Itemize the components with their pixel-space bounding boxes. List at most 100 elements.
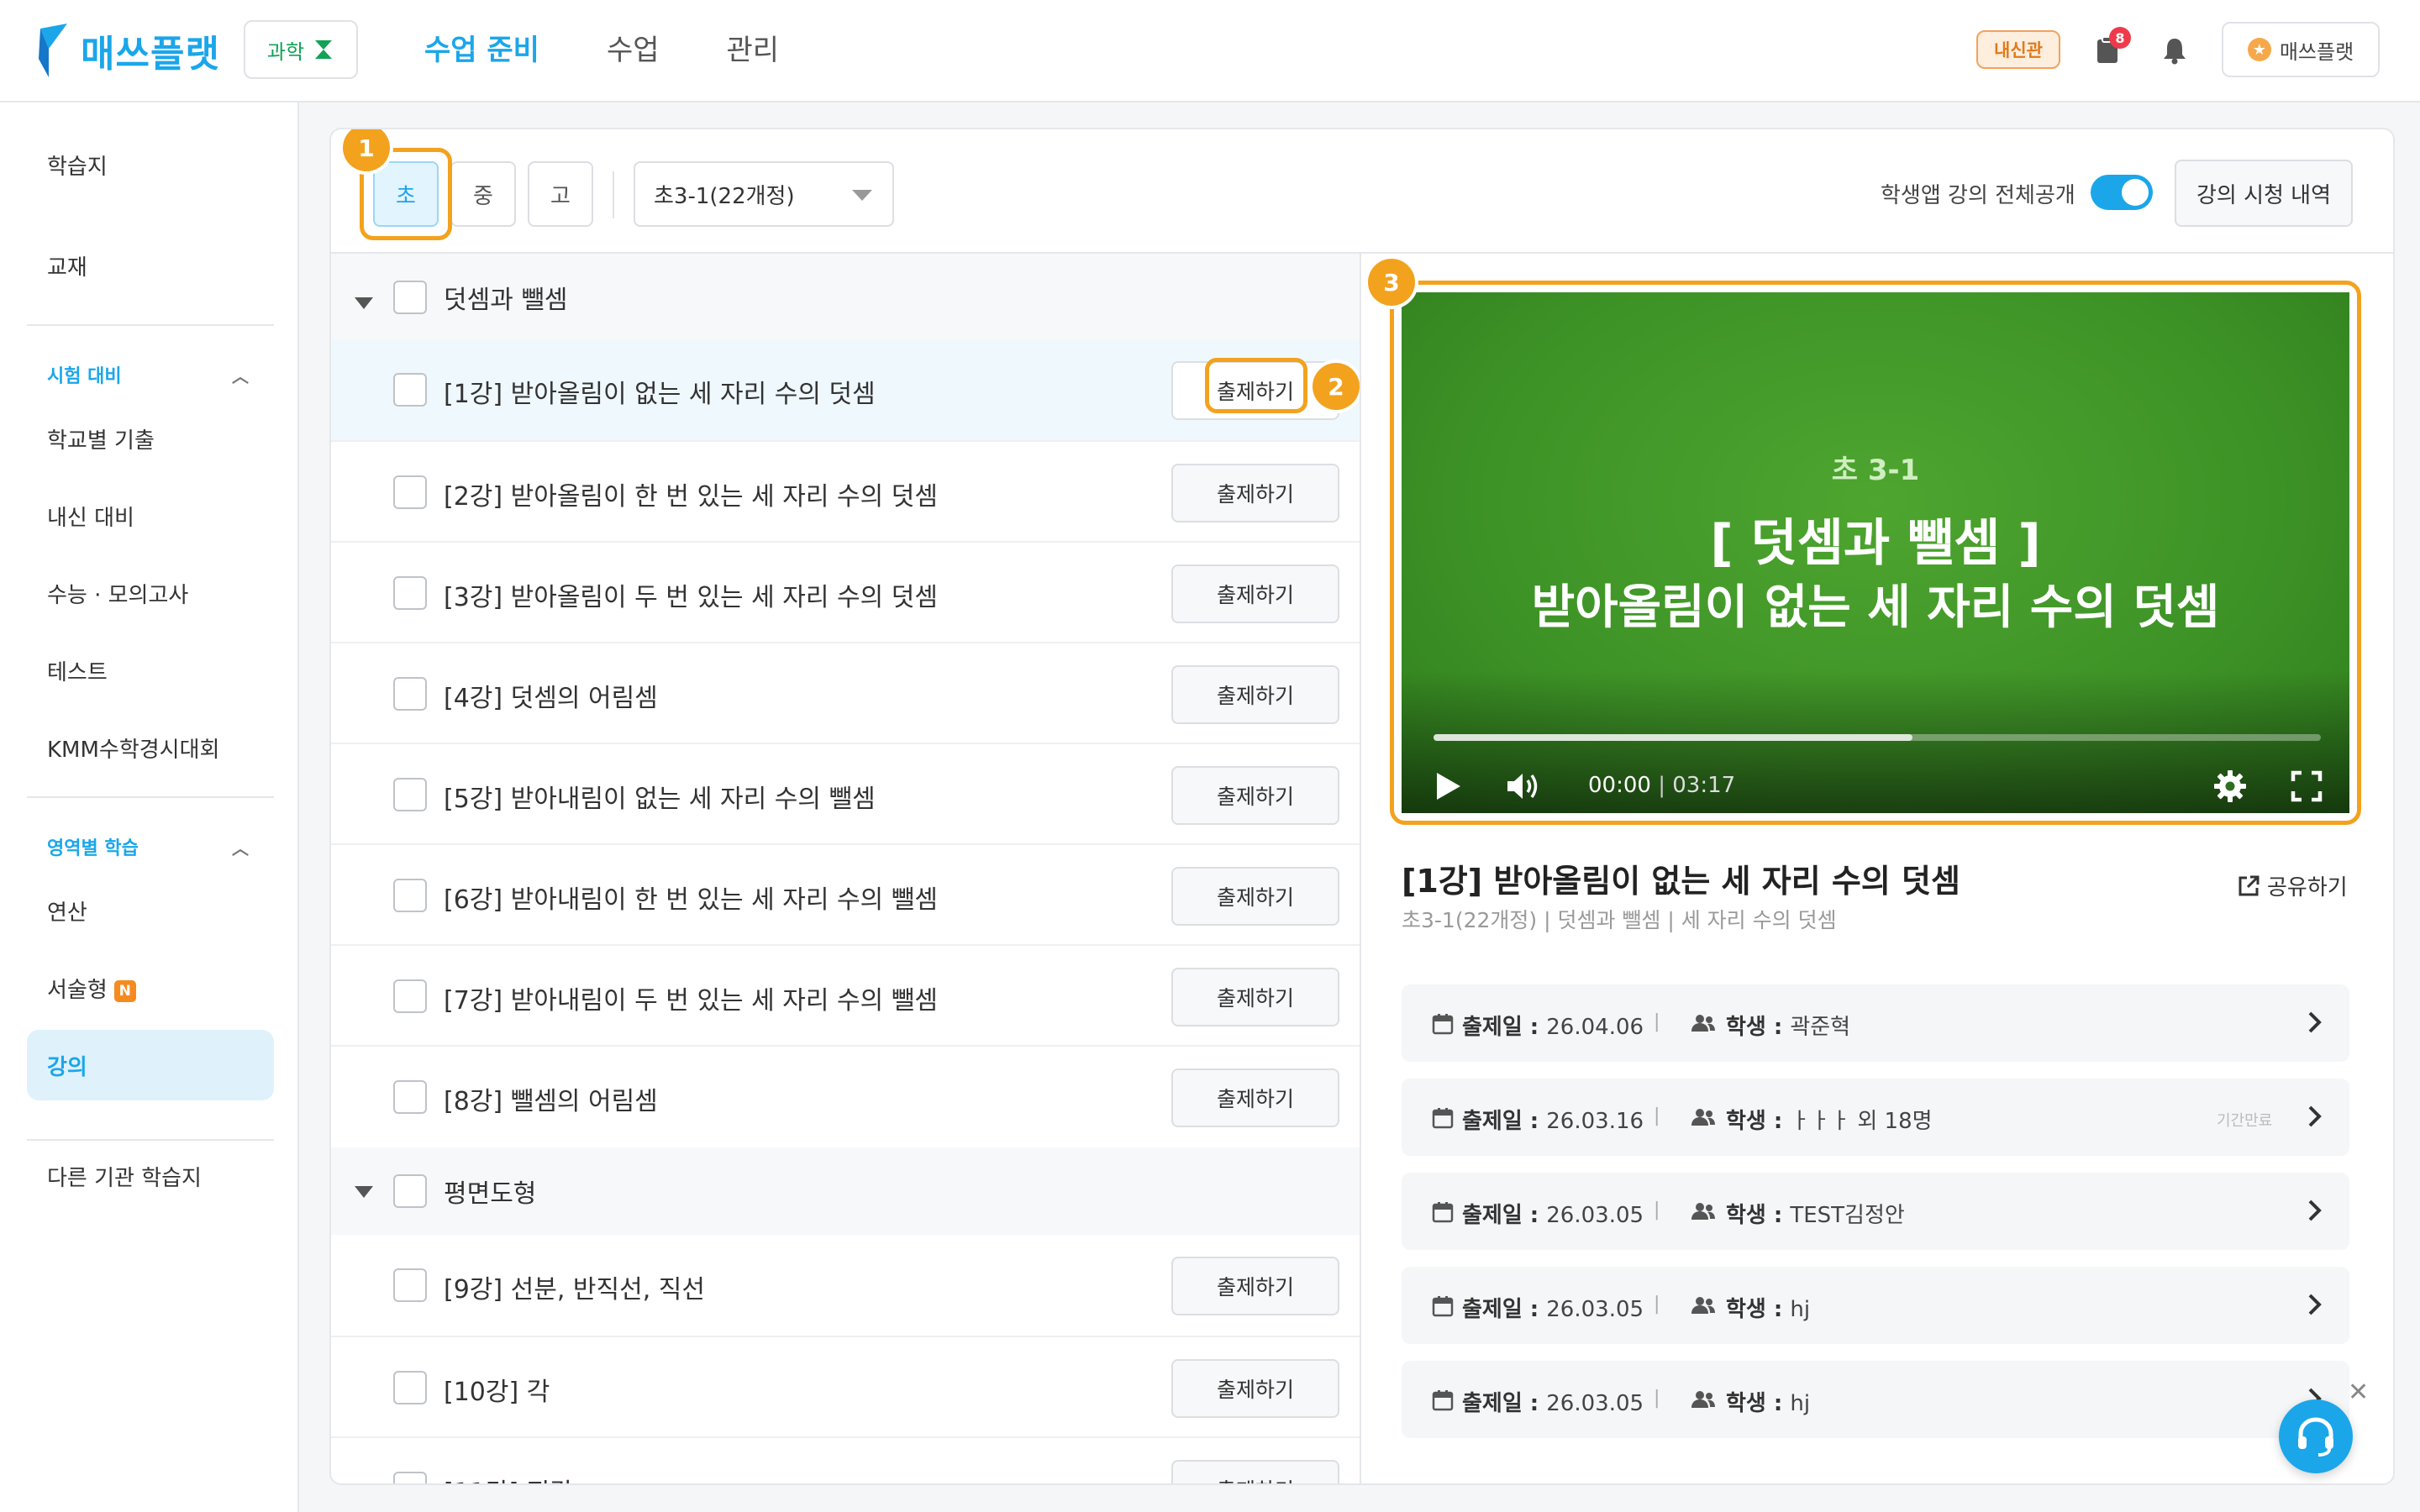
assignment-history-row[interactable]: 출제일 : 26.03.16 | 학생 : ㅏㅏㅏ 외 18명 기간만료 — [1402, 1079, 2349, 1156]
assign-button[interactable]: 출제하기 — [1171, 1359, 1339, 1418]
sidebar-item-textbook[interactable]: 교재 — [47, 250, 87, 281]
lecture-path: 초3-1(22개정) | 덧셈과 뺄셈 | 세 자리 수의 덧셈 — [1402, 908, 1837, 932]
sidebar-item-kmm[interactable]: KMM수학경시대회 — [47, 732, 219, 764]
assignment-history-row[interactable]: 출제일 : 26.03.05 | 학생 : hj — [1402, 1361, 2349, 1438]
lecture-title: [9강] 선분, 반직선, 직선 — [444, 1275, 705, 1305]
lecture-checkbox[interactable] — [393, 677, 427, 711]
sidebar-divider — [27, 796, 274, 798]
assignment-history-row[interactable]: 출제일 : 26.03.05 | 학생 : TEST김정안 — [1402, 1173, 2349, 1250]
public-toggle[interactable] — [2091, 175, 2153, 210]
video-player[interactable]: 초 3-1 [ 덧셈과 뺄셈 ] 받아올림이 없는 세 자리 수의 덧셈 00:… — [1402, 292, 2349, 813]
assign-button[interactable]: 출제하기 — [1171, 1068, 1339, 1127]
caret-down-icon[interactable] — [355, 1186, 373, 1198]
lecture-row[interactable]: [4강] 덧셈의 어림셈 출제하기 — [331, 642, 1360, 743]
assign-date: 출제일 : 26.03.05 — [1462, 1386, 1644, 1417]
lecture-toolbar: 초 중 고 1 초3-1(22개정) 학생앱 강의 전체공개 강의 시청 내역 — [331, 129, 2393, 254]
lecture-row[interactable]: [5강] 받아내림이 없는 세 자리 수의 뺄셈 출제하기 — [331, 743, 1360, 843]
lecture-checkbox[interactable] — [393, 778, 427, 811]
lecture-checkbox[interactable] — [393, 879, 427, 912]
chapter-checkbox[interactable] — [393, 281, 427, 314]
assign-button[interactable]: 출제하기 — [1171, 766, 1339, 825]
assign-students-label: 학생 : — [1726, 1391, 1791, 1416]
sidebar-item-naeshin[interactable]: 내신 대비 — [47, 501, 134, 532]
nav-class[interactable]: 수업 — [607, 25, 660, 76]
assign-students: 학생 : ㅏㅏㅏ 외 18명 — [1726, 1104, 1933, 1135]
video-title-line2: 받아올림이 없는 세 자리 수의 덧셈 — [1531, 580, 2220, 635]
lecture-title: [8강] 뺄셈의 어림셈 — [444, 1087, 658, 1116]
naeshin-badge[interactable]: 내신관 — [1976, 30, 2060, 69]
notification-button[interactable] — [2158, 34, 2191, 67]
settings-button[interactable] — [2213, 768, 2247, 805]
notes-button[interactable]: 8 — [2091, 27, 2131, 67]
nav-manage[interactable]: 관리 — [727, 25, 780, 76]
sidebar-section-exam[interactable]: 시험 대비 ︿ — [47, 361, 249, 388]
sidebar-item-essay[interactable]: 서술형 N — [47, 973, 136, 1004]
lecture-title: [1강] 받아올림이 없는 세 자리 수의 덧셈 — [444, 380, 876, 409]
lecture-row[interactable]: [1강] 받아올림이 없는 세 자리 수의 덧셈 출제하기 — [331, 339, 1360, 440]
lecture-checkbox[interactable] — [393, 373, 427, 407]
assign-button[interactable]: 출제하기 — [1171, 968, 1339, 1026]
user-menu-button[interactable]: ★ 매쓰플랫 — [2222, 22, 2380, 77]
lecture-row[interactable]: [7강] 받아내림이 두 번 있는 세 자리 수의 뺄셈 출제하기 — [331, 944, 1360, 1045]
level-middle-button[interactable]: 중 — [450, 161, 516, 227]
lecture-row[interactable]: [8강] 뺄셈의 어림셈 출제하기 — [331, 1045, 1360, 1146]
fullscreen-button[interactable] — [2291, 768, 2323, 805]
notes-count-badge: 8 — [2109, 27, 2131, 49]
chapter-row[interactable]: 평면도형 — [331, 1147, 1360, 1235]
sidebar-item-test[interactable]: 테스트 — [47, 655, 108, 686]
assign-button[interactable]: 출제하기 — [1171, 564, 1339, 623]
lecture-row[interactable]: [3강] 받아올림이 두 번 있는 세 자리 수의 덧셈 출제하기 — [331, 541, 1360, 642]
main-nav: 수업 준비 수업 관리 — [424, 25, 779, 76]
lecture-title: [11강] 직각 — [444, 1472, 573, 1483]
sidebar: 학습지 교재 시험 대비 ︿ 학교별 기출 내신 대비 수능 · 모의고사 테스… — [0, 102, 299, 1512]
lecture-checkbox[interactable] — [393, 1472, 427, 1483]
assign-button[interactable]: 출제하기 — [1171, 665, 1339, 724]
sidebar-item-school-past[interactable]: 학교별 기출 — [47, 423, 155, 454]
user-name: 매쓰플랫 — [2279, 39, 2354, 64]
share-button[interactable]: 공유하기 — [2237, 870, 2348, 901]
assign-button[interactable]: 출제하기 — [1171, 867, 1339, 926]
lecture-checkbox[interactable] — [393, 576, 427, 610]
assign-button[interactable]: 출제하기 — [1171, 1460, 1339, 1483]
sidebar-item-calc[interactable]: 연산 — [47, 895, 87, 927]
subject-switcher[interactable]: 과학 — [244, 20, 358, 79]
sidebar-section-area[interactable]: 영역별 학습 ︿ — [47, 833, 249, 860]
lecture-row[interactable]: [10강] 각 출제하기 — [331, 1336, 1360, 1436]
lecture-row[interactable]: [6강] 받아내림이 한 번 있는 세 자리 수의 뺄셈 출제하기 — [331, 843, 1360, 944]
lecture-row[interactable]: [11강] 직각 출제하기 — [331, 1436, 1360, 1483]
lecture-row[interactable]: [9강] 선분, 반직선, 직선 출제하기 — [331, 1235, 1360, 1336]
calendar-icon — [1432, 1014, 1454, 1035]
video-progress-bar[interactable] — [1434, 734, 2321, 741]
assign-button[interactable]: 출제하기 — [1171, 1257, 1339, 1315]
close-icon[interactable]: ✕ — [2348, 1378, 2369, 1407]
sidebar-item-lecture-label[interactable]: 강의 — [47, 1050, 87, 1081]
lecture-checkbox[interactable] — [393, 475, 427, 509]
assignment-history-row[interactable]: 출제일 : 26.04.06 | 학생 : 곽준혁 — [1402, 984, 2349, 1062]
logo[interactable]: 매쓰플랫 — [37, 24, 220, 77]
lecture-row[interactable]: [2강] 받아올림이 한 번 있는 세 자리 수의 덧셈 출제하기 — [331, 440, 1360, 541]
hourglass-icon — [315, 40, 333, 59]
sidebar-item-suneung[interactable]: 수능 · 모의고사 — [47, 578, 188, 609]
share-icon — [2238, 875, 2260, 895]
watch-history-button[interactable]: 강의 시청 내역 — [2175, 160, 2353, 227]
grade-select[interactable]: 초3-1(22개정) — [634, 161, 894, 227]
lecture-title: [4강] 덧셈의 어림셈 — [444, 684, 658, 713]
sidebar-section-label: 영역별 학습 — [47, 838, 139, 859]
level-high-button[interactable]: 고 — [528, 161, 593, 227]
lecture-checkbox[interactable] — [393, 1080, 427, 1114]
help-chat-button[interactable] — [2279, 1399, 2353, 1473]
volume-button[interactable] — [1506, 768, 1543, 805]
chapter-checkbox[interactable] — [393, 1174, 427, 1208]
sidebar-item-other-org[interactable]: 다른 기관 학습지 — [47, 1161, 202, 1192]
play-button[interactable] — [1434, 768, 1462, 805]
chevron-right-icon — [2308, 1011, 2322, 1033]
lecture-checkbox[interactable] — [393, 1371, 427, 1404]
nav-class-prep[interactable]: 수업 준비 — [424, 25, 539, 76]
lecture-checkbox[interactable] — [393, 1268, 427, 1302]
caret-down-icon[interactable] — [355, 297, 373, 309]
assign-button[interactable]: 출제하기 — [1171, 464, 1339, 522]
assignment-history-row[interactable]: 출제일 : 26.03.05 | 학생 : hj — [1402, 1267, 2349, 1344]
level-elementary-button[interactable]: 초 — [373, 161, 439, 227]
sidebar-item-worksheet[interactable]: 학습지 — [47, 150, 108, 181]
lecture-checkbox[interactable] — [393, 979, 427, 1013]
